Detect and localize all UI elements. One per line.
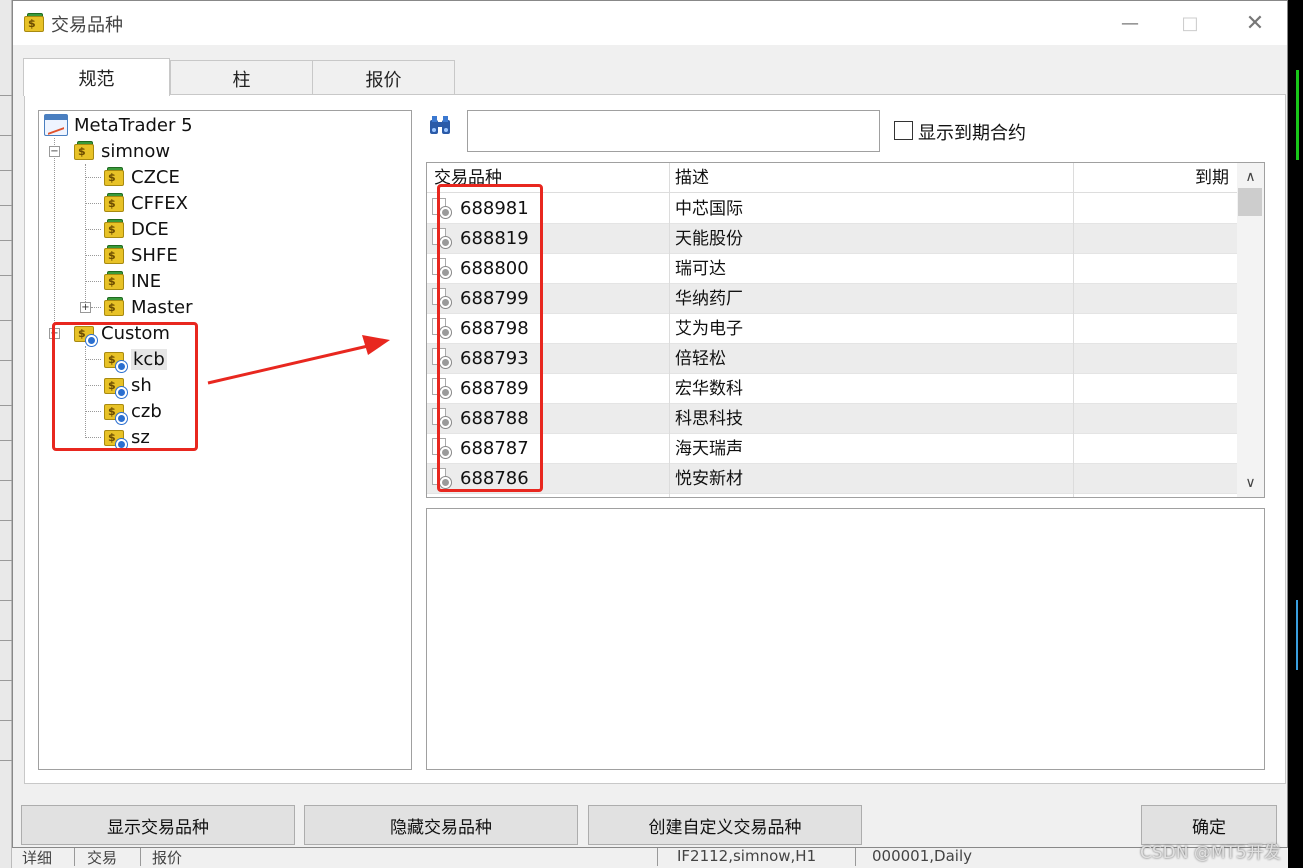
minimize-icon: — xyxy=(1121,12,1139,34)
tree-label-shfe: SHFE xyxy=(131,244,178,266)
create-custom-symbol-button[interactable]: 创建自定义交易品种 xyxy=(588,805,862,845)
description-cell: 倍轻松 xyxy=(675,349,726,369)
show-symbol-button[interactable]: 显示交易品种 xyxy=(21,805,295,845)
bg-tab-details: 详细 xyxy=(22,849,53,867)
bg-chart-tab-1: IF2112,simnow,H1 xyxy=(677,847,817,865)
tree-label-ine: INE xyxy=(131,270,162,292)
description-cell: 科思科技 xyxy=(675,409,743,429)
tree-node-dce[interactable]: $ DCE xyxy=(103,217,169,241)
description-cell: 艾为电子 xyxy=(675,319,743,339)
description-cell: 海天瑞声 xyxy=(675,439,743,459)
tree-label-czce: CZCE xyxy=(131,166,180,188)
maximize-icon: □ xyxy=(1181,12,1199,34)
background-chart-strip xyxy=(1288,0,1303,868)
description-cell: 中芯国际 xyxy=(675,199,743,219)
close-button[interactable]: ✕ xyxy=(1225,1,1285,45)
table-row[interactable]: 688798 艾为电子 xyxy=(427,314,1237,344)
table-row[interactable]: 688786 悦安新材 xyxy=(427,464,1237,494)
folder-icon: $ xyxy=(103,192,125,214)
expand-master-toggle[interactable]: + xyxy=(80,302,91,313)
folder-icon: $ xyxy=(103,270,125,292)
bg-chart-tab-2: 000001,Daily xyxy=(872,847,972,865)
description-cell: 天能股份 xyxy=(675,229,743,249)
column-header-description[interactable]: 描述 xyxy=(675,163,709,193)
description-cell: 瑞可达 xyxy=(675,259,726,279)
maximize-button[interactable]: □ xyxy=(1160,1,1220,45)
table-header: 交易品种 描述 到期 xyxy=(427,163,1237,193)
symbol-details-panel xyxy=(426,508,1265,770)
tab-ticks[interactable]: 报价 xyxy=(312,60,455,96)
table-row[interactable]: 688800 瑞可达 xyxy=(427,254,1237,284)
table-row[interactable]: 688788 科思科技 xyxy=(427,404,1237,434)
tree-label-master: Master xyxy=(131,296,193,318)
table-row[interactable]: 688793 倍轻松 xyxy=(427,344,1237,374)
symbols-dialog: $ 交易品种 — □ ✕ 规范 柱 报价 MetaTrader 5 − $ si… xyxy=(12,0,1288,848)
symbols-table[interactable]: 交易品种 描述 到期 688981 中芯国际 688819 天能股份 688800 瑞可达… xyxy=(426,162,1265,498)
folder-icon: $ xyxy=(103,296,125,318)
watermark-text: CSDN @MT5开发 xyxy=(1140,843,1281,863)
tree-label-dce: DCE xyxy=(131,218,169,240)
binoculars-icon[interactable] xyxy=(428,114,452,136)
scroll-thumb[interactable] xyxy=(1238,188,1262,216)
table-row[interactable]: 688799 华纳药厂 xyxy=(427,284,1237,314)
close-icon: ✕ xyxy=(1245,10,1265,36)
show-expired-checkbox[interactable] xyxy=(894,121,913,140)
symbols-app-icon: $ xyxy=(23,12,45,34)
tree-node-root[interactable]: MetaTrader 5 xyxy=(44,113,193,137)
description-cell: 华纳药厂 xyxy=(675,289,743,309)
tree-root-label: MetaTrader 5 xyxy=(74,114,193,136)
symbol-search-input[interactable] xyxy=(467,110,880,152)
description-cell: 悦安新材 xyxy=(675,469,743,489)
table-row[interactable]: 688789 宏华数科 xyxy=(427,374,1237,404)
folder-icon: $ xyxy=(103,166,125,188)
folder-icon: $ xyxy=(103,218,125,240)
tree-node-simnow[interactable]: $ simnow xyxy=(73,139,170,163)
table-row[interactable]: 688819 天能股份 xyxy=(427,224,1237,254)
tree-node-czce[interactable]: $ CZCE xyxy=(103,165,180,189)
description-cell: 宏华数科 xyxy=(675,379,743,399)
tab-specification[interactable]: 规范 xyxy=(23,58,170,96)
metatrader-icon xyxy=(44,114,68,136)
table-row[interactable]: 688981 中芯国际 xyxy=(427,194,1237,224)
scroll-down-arrow-icon[interactable]: ∨ xyxy=(1237,471,1264,495)
server-folder-icon: $ xyxy=(73,140,95,162)
tree-node-master[interactable]: $ Master xyxy=(103,295,192,319)
tree-node-cffex[interactable]: $ CFFEX xyxy=(103,191,188,215)
scroll-up-arrow-icon[interactable]: ∧ xyxy=(1237,165,1264,189)
tree-label-cffex: CFFEX xyxy=(131,192,188,214)
tree-node-shfe[interactable]: $ SHFE xyxy=(103,243,178,267)
folder-icon: $ xyxy=(103,244,125,266)
title-bar[interactable]: $ 交易品种 — □ ✕ xyxy=(13,1,1287,45)
background-app-left-strip xyxy=(0,0,12,868)
tree-node-ine[interactable]: $ INE xyxy=(103,269,161,293)
window-title: 交易品种 xyxy=(51,15,123,36)
annotation-box-custom xyxy=(52,322,198,451)
annotation-box-symbols xyxy=(437,184,543,492)
table-row[interactable]: 688787 海天瑞声 xyxy=(427,434,1237,464)
bg-tab-quotes: 报价 xyxy=(152,849,183,867)
table-scrollbar[interactable]: ∧ ∨ xyxy=(1237,163,1264,497)
column-header-expiry[interactable]: 到期 xyxy=(1195,163,1229,193)
tab-bars[interactable]: 柱 xyxy=(170,60,313,96)
collapse-simnow-toggle[interactable]: − xyxy=(49,146,60,157)
show-expired-label: 显示到期合约 xyxy=(918,123,1026,144)
hide-symbol-button[interactable]: 隐藏交易品种 xyxy=(304,805,578,845)
minimize-button[interactable]: — xyxy=(1100,1,1160,45)
bg-tab-trade: 交易 xyxy=(87,849,118,867)
tree-label-simnow: simnow xyxy=(101,140,171,162)
